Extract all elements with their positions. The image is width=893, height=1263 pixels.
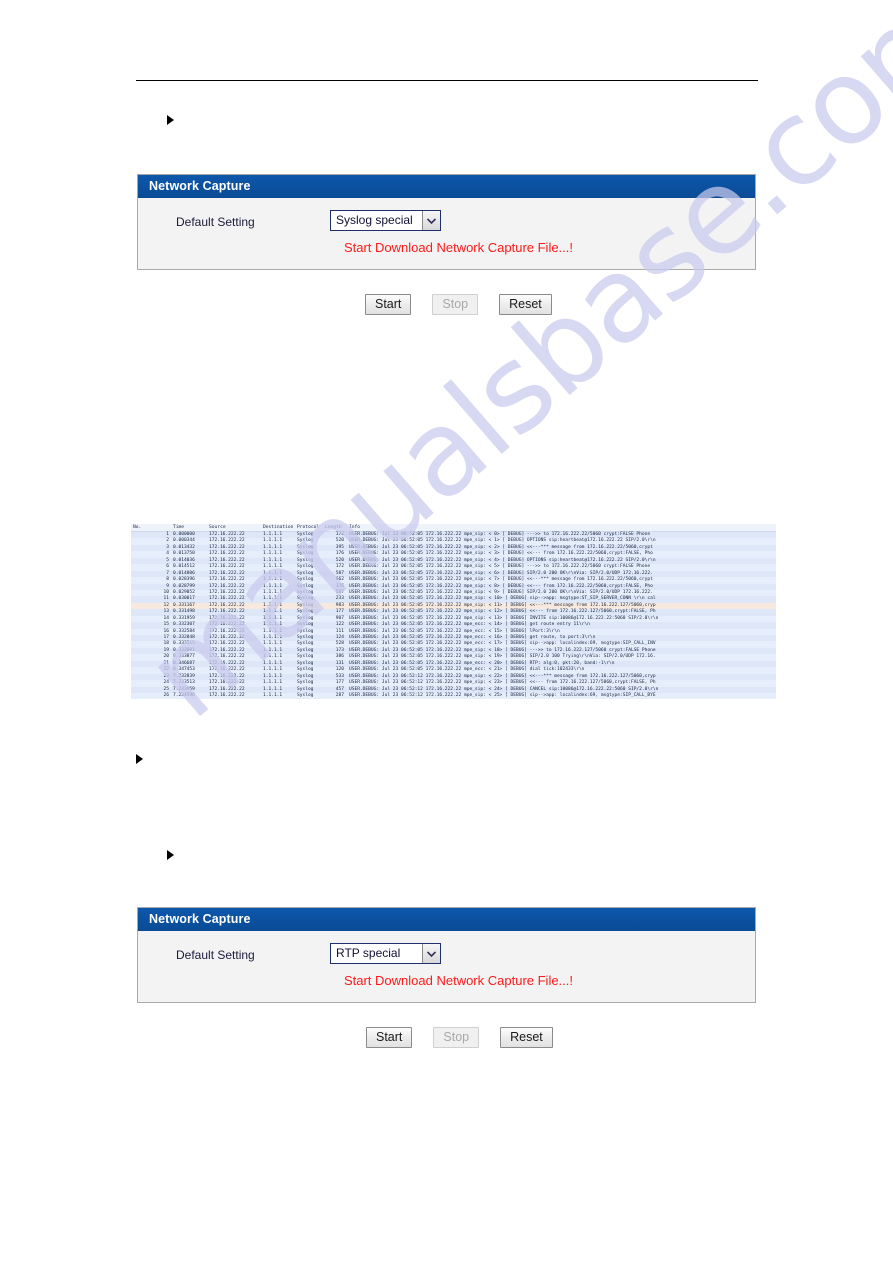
bullet-marker-icon — [167, 850, 174, 860]
panel-button-row: Start Stop Reset — [366, 1027, 553, 1048]
status-message: Start Download Network Capture File...! — [343, 240, 574, 255]
column-header-no: No. — [133, 525, 142, 530]
column-header-length: Length — [325, 525, 342, 530]
default-setting-selected-value: Syslog special — [336, 213, 413, 227]
capture-row-list: 1 0.000000 172.16.222.22 1.1.1.1 Syslog 172 US… — [131, 532, 776, 700]
packet-capture-table[interactable]: No. Time Source Destination Protocol Len… — [131, 524, 776, 700]
default-setting-selected-value: RTP special — [336, 946, 401, 960]
stop-button: Stop — [432, 294, 479, 315]
cell-length: 287 — [335, 692, 344, 698]
column-header-protocol: Protocol — [297, 525, 320, 530]
column-header-source: Source — [209, 525, 226, 530]
start-button[interactable]: Start — [366, 1027, 413, 1048]
reset-button[interactable]: Reset — [499, 294, 552, 315]
status-message: Start Download Network Capture File...! — [343, 973, 574, 988]
panel-title: Network Capture — [138, 908, 755, 931]
cell-no: 26 — [163, 692, 169, 698]
bullet-marker-icon — [136, 754, 143, 764]
panel-button-row: Start Stop Reset — [365, 294, 552, 315]
cell-dest: 1.1.1.1 — [263, 692, 283, 698]
default-setting-label: Default Setting — [176, 948, 255, 962]
cell-info: USER.DEBUG: Jul 23 06:52:12 172.16.222.2… — [349, 692, 656, 698]
cell-source: 172.16.222.22 — [209, 692, 245, 698]
panel-body: Default Setting Syslog special Start Dow… — [138, 198, 755, 269]
cell-protocol: Syslog — [297, 692, 314, 698]
bullet-marker-icon — [167, 115, 174, 125]
table-row[interactable]: 26 7.234596 172.16.222.22 1.1.1.1 Syslog 287 U… — [131, 692, 776, 700]
reset-button[interactable]: Reset — [500, 1027, 553, 1048]
stop-button: Stop — [433, 1027, 480, 1048]
chevron-down-icon[interactable] — [422, 944, 440, 963]
default-setting-select[interactable]: Syslog special — [330, 210, 441, 231]
cell-time: 7.234596 — [173, 692, 195, 698]
default-setting-select[interactable]: RTP special — [330, 943, 441, 964]
network-capture-panel: Network Capture Default Setting Syslog s… — [137, 174, 756, 270]
panel-body: Default Setting RTP special Start Downlo… — [138, 931, 755, 1002]
chevron-down-icon[interactable] — [422, 211, 440, 230]
start-button[interactable]: Start — [365, 294, 412, 315]
page-header-rule — [136, 80, 758, 81]
column-header-time: Time — [173, 525, 185, 530]
default-setting-label: Default Setting — [176, 215, 255, 229]
network-capture-panel: Network Capture Default Setting RTP spec… — [137, 907, 756, 1003]
capture-table-header: No. Time Source Destination Protocol Len… — [131, 524, 776, 532]
column-header-dest: Destination — [263, 525, 294, 530]
column-header-info: Info — [349, 525, 361, 530]
panel-title: Network Capture — [138, 175, 755, 198]
